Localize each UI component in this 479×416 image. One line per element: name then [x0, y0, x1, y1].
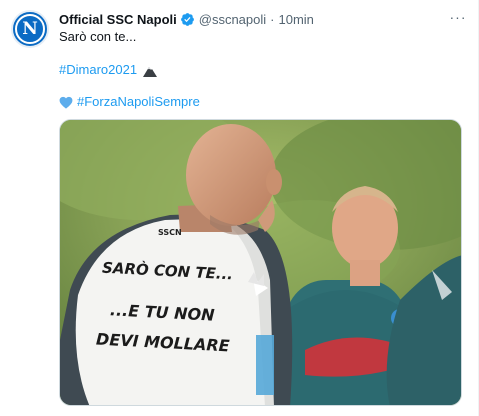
- more-options-icon[interactable]: ···: [448, 10, 468, 28]
- separator-dot: ·: [270, 11, 275, 27]
- shirt-brand-text: SSCN: [158, 228, 182, 237]
- tweet-timestamp[interactable]: 10min: [279, 12, 314, 27]
- tweet-line-hashtag1: #Dimaro2021: [59, 62, 158, 78]
- hashtag-link-forzanapoli[interactable]: #ForzaNapoliSempre: [77, 94, 200, 110]
- author-name[interactable]: Official SSC Napoli: [59, 12, 177, 27]
- napoli-logo-icon: N: [15, 14, 45, 44]
- verified-badge-icon: [180, 12, 195, 27]
- blue-heart-emoji-icon: [59, 96, 73, 109]
- avatar-letter: N: [22, 19, 38, 39]
- hashtag-link-dimaro[interactable]: #Dimaro2021: [59, 62, 137, 78]
- tweet-text: Sarò con te...: [59, 29, 137, 44]
- mountain-emoji-icon: [143, 65, 158, 77]
- tweet-card[interactable]: N Official SSC Napoli @sscnapoli · 10min…: [0, 0, 479, 416]
- tweet-line-hashtag2: #ForzaNapoliSempre: [59, 94, 200, 110]
- author-handle[interactable]: @sscnapoli: [199, 12, 266, 27]
- avatar[interactable]: N: [11, 10, 49, 48]
- tweet-header: Official SSC Napoli @sscnapoli · 10min: [59, 10, 314, 28]
- tweet-photo[interactable]: SSCN SARÒ CON TE... ...E TU NON DEVI MOL…: [59, 119, 462, 406]
